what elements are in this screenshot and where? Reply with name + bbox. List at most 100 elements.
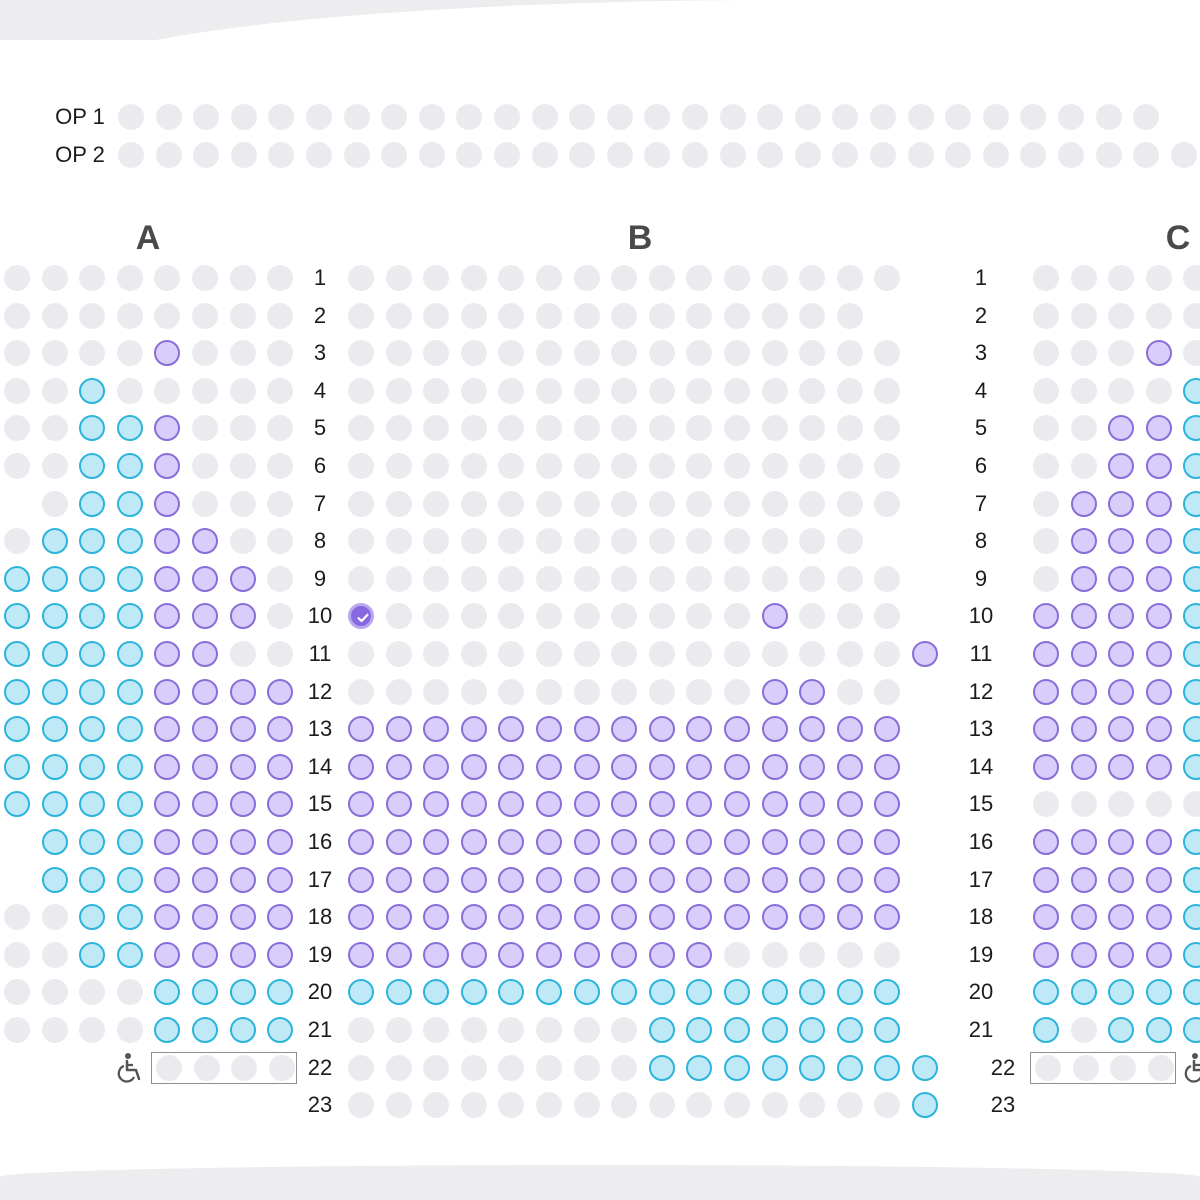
- available-seat-purple[interactable]: [1033, 941, 1059, 968]
- available-seat-blue[interactable]: [116, 791, 143, 818]
- available-seat-blue[interactable]: [116, 829, 143, 855]
- available-seat-purple[interactable]: [1145, 340, 1172, 367]
- available-seat-purple[interactable]: [460, 904, 487, 931]
- available-seat-blue[interactable]: [41, 866, 68, 893]
- available-seat-blue[interactable]: [116, 941, 143, 968]
- available-seat-blue[interactable]: [79, 753, 106, 780]
- available-seat-purple[interactable]: [1070, 490, 1097, 517]
- available-seat-blue[interactable]: [116, 678, 143, 705]
- available-seat-blue[interactable]: [1183, 490, 1200, 517]
- available-seat-purple[interactable]: [1070, 866, 1097, 893]
- available-seat-purple[interactable]: [573, 716, 600, 743]
- available-seat-purple[interactable]: [761, 753, 788, 780]
- available-seat-purple[interactable]: [799, 829, 826, 855]
- available-seat-purple[interactable]: [874, 753, 901, 780]
- available-seat-blue[interactable]: [4, 565, 30, 592]
- available-seat-purple[interactable]: [648, 829, 675, 855]
- available-seat-blue[interactable]: [116, 866, 143, 893]
- available-seat-purple[interactable]: [267, 753, 294, 780]
- available-seat-purple[interactable]: [1145, 866, 1172, 893]
- available-seat-purple[interactable]: [761, 904, 788, 931]
- available-seat-purple[interactable]: [229, 603, 256, 630]
- available-seat-purple[interactable]: [1033, 641, 1059, 667]
- available-seat-purple[interactable]: [1033, 904, 1059, 931]
- available-seat-blue[interactable]: [1183, 866, 1200, 893]
- available-seat-purple[interactable]: [1108, 753, 1135, 780]
- available-seat-blue[interactable]: [761, 1017, 788, 1043]
- available-seat-purple[interactable]: [348, 941, 374, 968]
- available-seat-purple[interactable]: [836, 791, 863, 818]
- available-seat-blue[interactable]: [761, 1054, 788, 1081]
- available-seat-purple[interactable]: [460, 716, 487, 743]
- available-seat-blue[interactable]: [648, 979, 675, 1006]
- available-seat-purple[interactable]: [1108, 829, 1135, 855]
- available-seat-blue[interactable]: [724, 1054, 750, 1081]
- available-seat-purple[interactable]: [1033, 678, 1059, 705]
- available-seat-blue[interactable]: [229, 979, 256, 1006]
- available-seat-purple[interactable]: [498, 753, 525, 780]
- available-seat-blue[interactable]: [1183, 753, 1200, 780]
- available-seat-purple[interactable]: [761, 603, 788, 630]
- available-seat-purple[interactable]: [799, 866, 826, 893]
- available-seat-blue[interactable]: [79, 641, 106, 667]
- available-seat-blue[interactable]: [116, 490, 143, 517]
- available-seat-blue[interactable]: [799, 1017, 826, 1043]
- available-seat-purple[interactable]: [192, 641, 218, 667]
- available-seat-purple[interactable]: [611, 941, 638, 968]
- available-seat-blue[interactable]: [912, 1092, 938, 1119]
- available-seat-purple[interactable]: [154, 490, 181, 517]
- available-seat-purple[interactable]: [573, 866, 600, 893]
- available-seat-blue[interactable]: [724, 1017, 750, 1043]
- available-seat-blue[interactable]: [4, 753, 30, 780]
- available-seat-purple[interactable]: [648, 941, 675, 968]
- available-seat-blue[interactable]: [836, 1054, 863, 1081]
- available-seat-blue[interactable]: [116, 528, 143, 555]
- available-seat-purple[interactable]: [498, 866, 525, 893]
- available-seat-purple[interactable]: [1145, 829, 1172, 855]
- available-seat-purple[interactable]: [1070, 641, 1097, 667]
- available-seat-purple[interactable]: [1145, 565, 1172, 592]
- available-seat-purple[interactable]: [573, 829, 600, 855]
- available-seat-purple[interactable]: [192, 941, 218, 968]
- available-seat-purple[interactable]: [192, 528, 218, 555]
- available-seat-blue[interactable]: [41, 603, 68, 630]
- available-seat-purple[interactable]: [874, 866, 901, 893]
- available-seat-purple[interactable]: [724, 829, 750, 855]
- available-seat-blue[interactable]: [1183, 453, 1200, 479]
- available-seat-purple[interactable]: [1070, 565, 1097, 592]
- available-seat-purple[interactable]: [648, 904, 675, 931]
- available-seat-purple[interactable]: [724, 753, 750, 780]
- available-seat-purple[interactable]: [1070, 753, 1097, 780]
- available-seat-purple[interactable]: [1070, 678, 1097, 705]
- available-seat-purple[interactable]: [761, 716, 788, 743]
- available-seat-purple[interactable]: [836, 829, 863, 855]
- available-seat-purple[interactable]: [1108, 866, 1135, 893]
- available-seat-purple[interactable]: [385, 866, 412, 893]
- available-seat-blue[interactable]: [385, 979, 412, 1006]
- available-seat-purple[interactable]: [385, 941, 412, 968]
- available-seat-purple[interactable]: [460, 941, 487, 968]
- available-seat-purple[interactable]: [573, 753, 600, 780]
- available-seat-purple[interactable]: [912, 641, 938, 667]
- available-seat-blue[interactable]: [836, 1017, 863, 1043]
- available-seat-purple[interactable]: [1033, 866, 1059, 893]
- available-seat-purple[interactable]: [229, 941, 256, 968]
- available-seat-blue[interactable]: [648, 1054, 675, 1081]
- available-seat-purple[interactable]: [385, 904, 412, 931]
- available-seat-purple[interactable]: [648, 866, 675, 893]
- available-seat-purple[interactable]: [348, 866, 374, 893]
- available-seat-blue[interactable]: [41, 565, 68, 592]
- available-seat-blue[interactable]: [116, 603, 143, 630]
- available-seat-blue[interactable]: [116, 641, 143, 667]
- available-seat-purple[interactable]: [229, 565, 256, 592]
- available-seat-purple[interactable]: [836, 866, 863, 893]
- available-seat-blue[interactable]: [79, 377, 106, 404]
- available-seat-purple[interactable]: [1145, 415, 1172, 442]
- available-seat-blue[interactable]: [4, 678, 30, 705]
- available-seat-purple[interactable]: [1108, 453, 1135, 479]
- available-seat-blue[interactable]: [4, 716, 30, 743]
- available-seat-purple[interactable]: [229, 904, 256, 931]
- available-seat-purple[interactable]: [1145, 528, 1172, 555]
- available-seat-blue[interactable]: [116, 716, 143, 743]
- available-seat-purple[interactable]: [385, 716, 412, 743]
